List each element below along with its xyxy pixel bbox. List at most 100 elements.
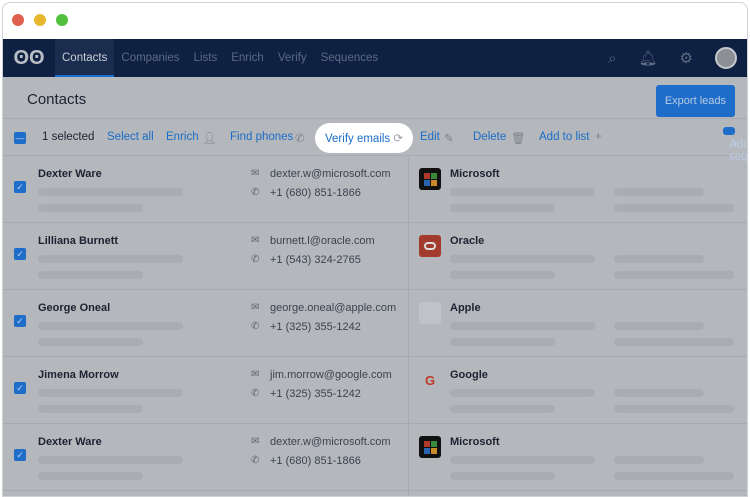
- company-name: Apple: [450, 302, 481, 314]
- placeholder-bar: [38, 472, 143, 480]
- tab-lists[interactable]: Lists: [187, 39, 225, 77]
- placeholder-bar: [38, 405, 143, 413]
- contact-email: dexter.w@microsoft.com: [270, 168, 391, 180]
- find-phones-button[interactable]: Find phones: [230, 131, 293, 143]
- gear-icon[interactable]: ⚙: [680, 49, 693, 67]
- placeholder-bar: [614, 456, 704, 464]
- contact-name: George Oneal: [38, 302, 111, 314]
- placeholder-bar: [450, 271, 555, 279]
- row-checkbox[interactable]: ✓: [14, 382, 26, 394]
- placeholder-bar: [38, 204, 143, 212]
- placeholder-bar: [450, 188, 595, 196]
- placeholder-bar: [38, 322, 183, 330]
- row-checkbox[interactable]: ✓: [14, 181, 26, 193]
- phone-icon: ✆: [251, 321, 260, 332]
- minimize-window-button[interactable]: [34, 14, 46, 26]
- placeholder-bar: [614, 204, 734, 212]
- app-window: ʘʘ Contacts Companies Lists Enrich Verif…: [2, 2, 748, 497]
- bell-icon[interactable]: 🔔︎: [639, 49, 658, 67]
- contact-email: dexter.w@microsoft.com: [270, 436, 391, 448]
- placeholder-bar: [38, 456, 183, 464]
- placeholder-bar: [614, 271, 734, 279]
- placeholder-bar: [450, 338, 555, 346]
- placeholder-bar: [38, 188, 183, 196]
- table-row[interactable]: ✓ Dexter Ware ✉ dexter.w@microsoft.com ✆…: [3, 424, 747, 491]
- placeholder-bar: [38, 389, 183, 397]
- placeholder-bar: [450, 322, 595, 330]
- placeholder-bar: [614, 472, 734, 480]
- company-logo-icon: [419, 436, 441, 458]
- email-icon: ✉: [251, 168, 260, 179]
- company-logo-icon: [419, 168, 441, 190]
- placeholder-bar: [38, 338, 143, 346]
- contact-name: Jimena Morrow: [38, 369, 119, 381]
- tab-contacts[interactable]: Contacts: [55, 39, 115, 77]
- placeholder-bar: [614, 322, 704, 330]
- tab-enrich[interactable]: Enrich: [224, 39, 271, 77]
- phone-icon: ✆: [251, 187, 260, 198]
- email-icon: ✉: [251, 235, 260, 246]
- table-row[interactable]: ✓ Dexter Ware ✉ dexter.w@microsoft.com ✆…: [3, 156, 747, 223]
- placeholder-bar: [614, 188, 704, 196]
- placeholder-bar: [450, 405, 555, 413]
- delete-button[interactable]: Delete: [473, 131, 506, 143]
- column-divider: [408, 158, 409, 496]
- table-row[interactable]: ✓ Lilliana Burnett ✉ burnett.l@oracle.co…: [3, 223, 747, 290]
- company-name: Google: [450, 369, 488, 381]
- owl-logo-icon[interactable]: ʘʘ: [3, 39, 55, 77]
- page-title: Contacts: [27, 91, 87, 108]
- phone-icon: ✆: [295, 133, 305, 145]
- table-row[interactable]: ✓ Jimena Morrow ✉ jim.morrow@google.com …: [3, 357, 747, 424]
- email-icon: ✉: [251, 302, 260, 313]
- row-checkbox[interactable]: ✓: [14, 449, 26, 461]
- title-bar: [3, 3, 747, 39]
- placeholder-bar: [450, 255, 595, 263]
- placeholder-bar: [450, 456, 595, 464]
- placeholder-bar: [450, 389, 595, 397]
- select-indeterminate-checkbox[interactable]: —: [14, 132, 26, 144]
- placeholder-bar: [614, 405, 734, 413]
- table-row[interactable]: ✓ George Oneal ✉ george.oneal@apple.com …: [3, 290, 747, 357]
- phone-icon: ✆: [251, 455, 260, 466]
- company-name: Microsoft: [450, 436, 500, 448]
- search-icon[interactable]: ⌕: [608, 50, 616, 67]
- placeholder-bar: [614, 338, 734, 346]
- contact-phone: +1 (680) 851-1866: [270, 187, 361, 199]
- placeholder-bar: [38, 255, 183, 263]
- plus-icon: +: [595, 131, 602, 143]
- placeholder-bar: [38, 271, 143, 279]
- placeholder-bar: [450, 204, 555, 212]
- plus-icon: +: [729, 139, 739, 151]
- row-checkbox[interactable]: ✓: [14, 315, 26, 327]
- pencil-icon: ✎: [444, 133, 454, 145]
- tab-sequences[interactable]: Sequences: [314, 39, 386, 77]
- verify-emails-button[interactable]: Verify emails ⟳: [315, 123, 413, 153]
- row-checkbox[interactable]: ✓: [14, 248, 26, 260]
- phone-icon: ✆: [251, 388, 260, 399]
- contact-name: Dexter Ware: [38, 436, 102, 448]
- company-name: Microsoft: [450, 168, 500, 180]
- enrich-button[interactable]: Enrich: [166, 131, 199, 143]
- placeholder-bar: [614, 389, 704, 397]
- contact-phone: +1 (325) 355-1242: [270, 321, 361, 333]
- verify-emails-label: Verify emails: [325, 133, 391, 145]
- person-search-icon: 👤︎: [202, 133, 217, 145]
- edit-button[interactable]: Edit: [420, 131, 440, 143]
- add-to-sequence-button[interactable]: Add to sequence +: [723, 127, 747, 163]
- company-name: Oracle: [450, 235, 485, 247]
- tab-companies[interactable]: Companies: [114, 39, 186, 77]
- contact-email: jim.morrow@google.com: [270, 369, 392, 381]
- contacts-table: ✓ Dexter Ware ✉ dexter.w@microsoft.com ✆…: [3, 156, 747, 491]
- maximize-window-button[interactable]: [56, 14, 68, 26]
- selected-count: 1 selected: [42, 131, 95, 143]
- close-window-button[interactable]: [12, 14, 24, 26]
- email-icon: ✉: [251, 436, 260, 447]
- trash-icon: 🗑︎: [511, 133, 526, 145]
- avatar[interactable]: [715, 47, 737, 69]
- add-to-list-button[interactable]: Add to list: [539, 131, 590, 143]
- select-all-link[interactable]: Select all: [107, 131, 154, 143]
- tab-verify[interactable]: Verify: [271, 39, 314, 77]
- phone-icon: ✆: [251, 254, 260, 265]
- export-leads-button[interactable]: Export leads: [655, 85, 735, 117]
- contact-name: Dexter Ware: [38, 168, 102, 180]
